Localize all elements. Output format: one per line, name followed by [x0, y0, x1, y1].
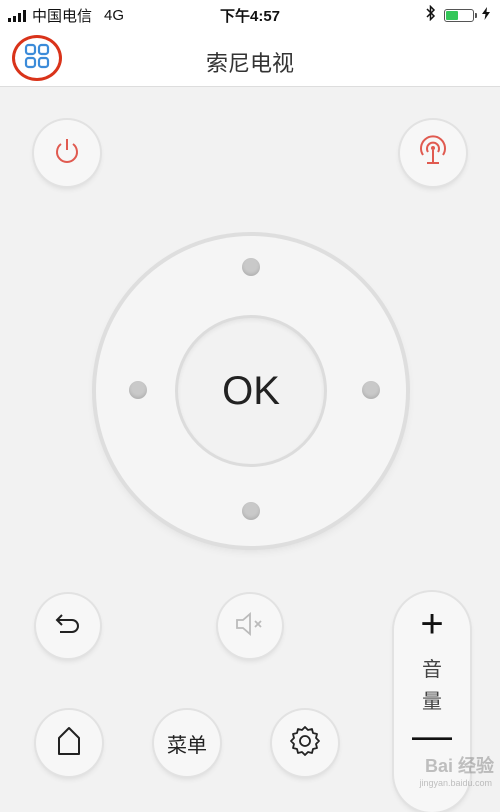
input-source-button[interactable]	[400, 120, 466, 186]
back-button[interactable]	[36, 594, 100, 658]
volume-up-button[interactable]: +	[394, 602, 470, 647]
nav-bar: 索尼电视	[0, 28, 500, 87]
bluetooth-icon	[426, 4, 436, 25]
battery-icon	[444, 8, 477, 22]
power-icon	[52, 136, 82, 171]
watermark-text: Bai 经验	[424, 756, 494, 776]
settings-button[interactable]	[272, 710, 338, 776]
ok-button[interactable]: OK	[178, 318, 324, 464]
dpad-down-button[interactable]	[242, 502, 260, 520]
page-title: 索尼电视	[205, 51, 294, 76]
dpad-up-button[interactable]	[242, 258, 260, 276]
mute-button[interactable]	[218, 594, 282, 658]
dpad-left-button[interactable]	[129, 381, 147, 399]
status-time: 下午4:57	[219, 8, 281, 25]
battery-fill	[446, 10, 458, 20]
dpad-right-button[interactable]	[362, 381, 380, 399]
back-arrow-icon	[54, 611, 82, 642]
status-right	[426, 4, 490, 25]
home-icon	[56, 725, 82, 762]
volume-label-char: 音	[422, 659, 442, 681]
watermark-url: jingyan.baidu.com	[419, 778, 492, 788]
mute-icon	[234, 610, 266, 643]
direction-pad: OK	[96, 236, 406, 546]
menu-button[interactable]: 菜单	[154, 710, 220, 776]
volume-label: 音量	[394, 654, 470, 718]
power-button[interactable]	[34, 120, 100, 186]
menu-button-label: 菜单	[167, 734, 207, 757]
broadcast-icon	[415, 134, 451, 172]
home-button[interactable]	[36, 710, 102, 776]
charging-icon	[482, 6, 490, 24]
status-bar: 中国电信 4G 下午4:57	[0, 0, 500, 28]
gear-icon	[288, 724, 322, 763]
